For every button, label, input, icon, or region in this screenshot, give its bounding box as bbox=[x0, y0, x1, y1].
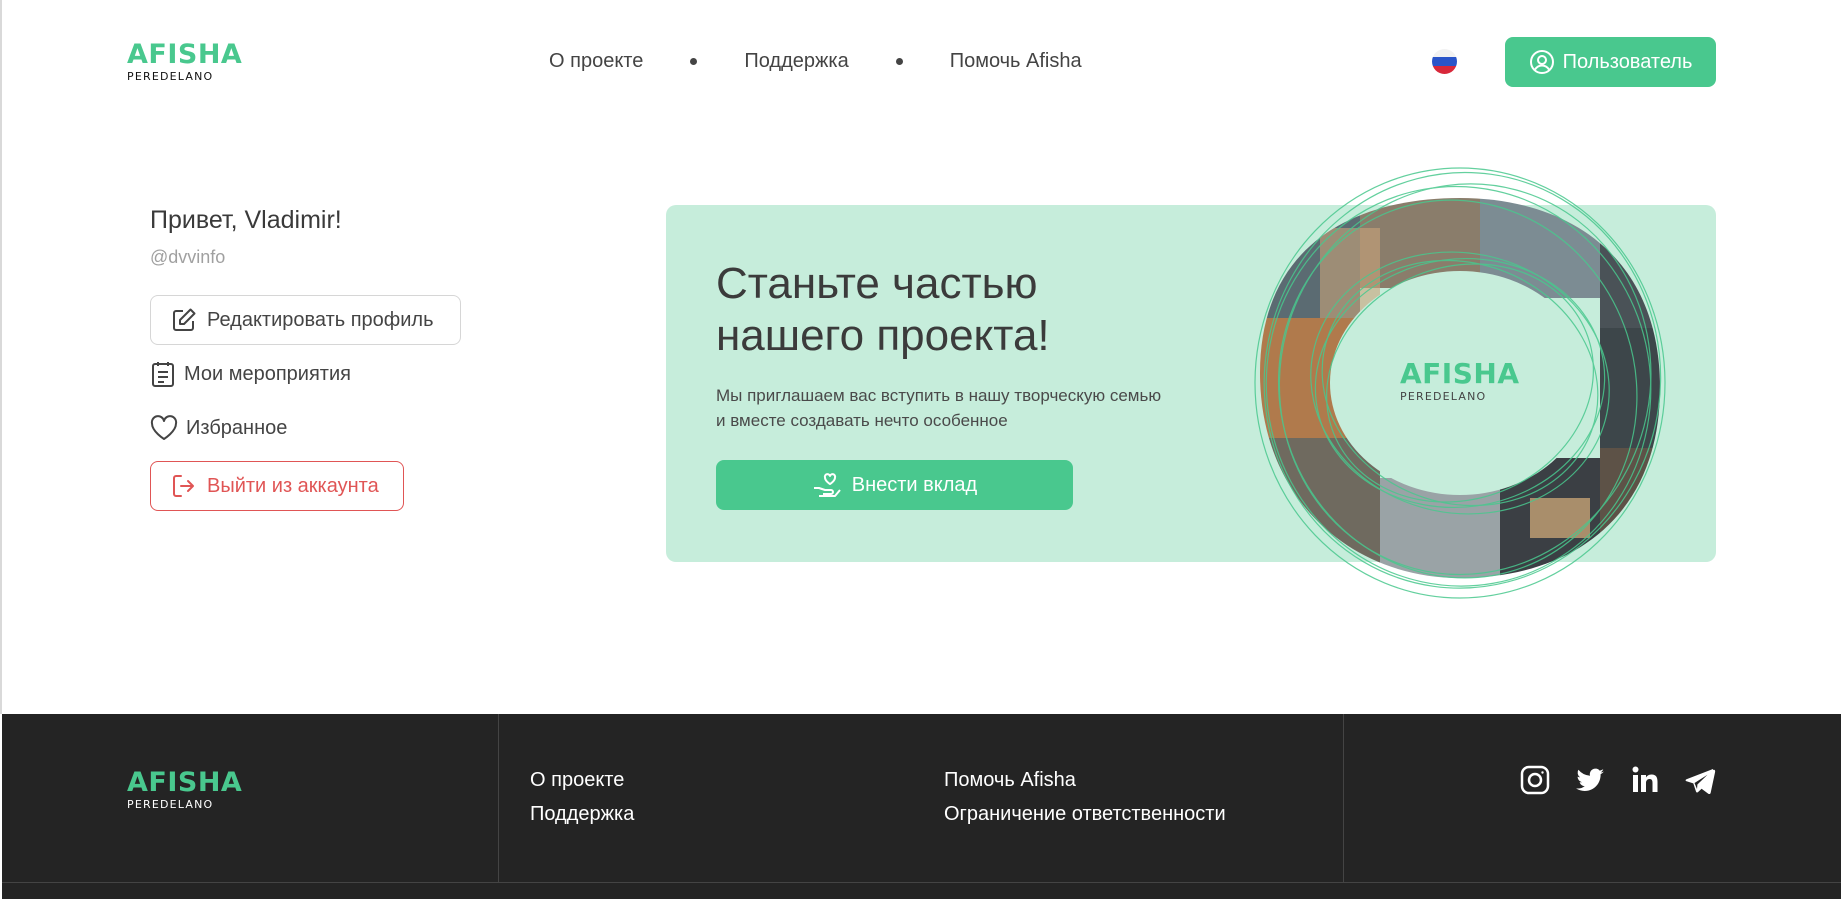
edit-icon bbox=[173, 308, 196, 331]
edit-profile-label: Редактировать профиль bbox=[207, 308, 434, 331]
promo-title: Станьте частью нашего проекта! bbox=[716, 259, 1050, 360]
footer-link-disclaimer[interactable]: Ограничение ответственности bbox=[944, 803, 1226, 826]
footer-logo-subtitle: PEREDELANO bbox=[127, 798, 214, 811]
footer-divider bbox=[1343, 714, 1344, 882]
footer: AFISHA PEREDELANO О проекте Поддержка По… bbox=[2, 714, 1841, 899]
nav-separator bbox=[895, 58, 903, 65]
nav-help-afisha[interactable]: Помочь Afisha bbox=[950, 50, 1082, 73]
twitter-icon[interactable] bbox=[1574, 764, 1606, 796]
calendar-list-icon bbox=[152, 362, 174, 387]
heart-icon bbox=[150, 415, 178, 440]
footer-divider bbox=[498, 714, 499, 882]
logout-icon bbox=[173, 475, 194, 497]
instagram-icon[interactable] bbox=[1519, 764, 1551, 796]
promo-logo-subtitle: PEREDELANO bbox=[1400, 390, 1487, 403]
flag-red-stripe bbox=[1432, 65, 1457, 74]
linkedin-icon[interactable] bbox=[1629, 764, 1661, 796]
greeting: Привет, Vladimir! bbox=[150, 206, 342, 234]
logout-label: Выйти из аккаунта bbox=[207, 474, 379, 497]
nav-about[interactable]: О проекте bbox=[549, 50, 643, 73]
header: AFISHA PEREDELANO О проекте Поддержка По… bbox=[0, 0, 1841, 124]
hand-heart-icon bbox=[813, 473, 841, 497]
promo-logo-title: AFISHA bbox=[1400, 357, 1520, 390]
user-circle-icon bbox=[1529, 50, 1554, 74]
my-events-link[interactable]: Мои мероприятия bbox=[150, 360, 351, 388]
header-logo[interactable]: AFISHA PEREDELANO bbox=[127, 41, 242, 82]
social-links bbox=[1519, 764, 1716, 796]
logo-subtitle: PEREDELANO bbox=[127, 70, 214, 83]
footer-link-support[interactable]: Поддержка bbox=[530, 803, 634, 826]
nav-support[interactable]: Поддержка bbox=[744, 50, 848, 73]
promo-text: Мы приглашаем вас вступить в нашу творче… bbox=[716, 386, 1162, 430]
user-button[interactable]: Пользователь bbox=[1505, 37, 1716, 87]
user-button-label: Пользователь bbox=[1562, 50, 1693, 73]
logout-button[interactable]: Выйти из аккаунта bbox=[150, 461, 404, 511]
contribute-label: Внести вклад bbox=[851, 473, 978, 496]
telegram-icon[interactable] bbox=[1684, 764, 1716, 796]
logo-title: AFISHA bbox=[127, 39, 243, 70]
favorites-link[interactable]: Избранное bbox=[150, 415, 287, 441]
footer-link-help-afisha[interactable]: Помочь Afisha bbox=[944, 769, 1076, 792]
favorites-label: Избранное bbox=[186, 416, 288, 439]
username: @dvvinfo bbox=[150, 247, 226, 267]
my-events-label: Мои мероприятия bbox=[184, 362, 351, 385]
footer-bottom-rule bbox=[2, 882, 1841, 883]
nav-separator bbox=[690, 58, 698, 65]
main-nav: О проекте Поддержка Помочь Afisha bbox=[549, 50, 1082, 73]
contribute-button[interactable]: Внести вклад bbox=[716, 460, 1073, 510]
flag-blue-stripe bbox=[1432, 57, 1457, 66]
russia-flag-icon[interactable] bbox=[1432, 49, 1457, 74]
flag-white-stripe bbox=[1432, 49, 1457, 58]
footer-link-about[interactable]: О проекте bbox=[530, 769, 624, 792]
footer-logo-title: AFISHA bbox=[127, 767, 243, 798]
promo-logo: AFISHA PEREDELANO bbox=[1400, 357, 1520, 403]
footer-logo[interactable]: AFISHA PEREDELANO bbox=[127, 769, 242, 810]
edit-profile-button[interactable]: Редактировать профиль bbox=[150, 295, 461, 345]
